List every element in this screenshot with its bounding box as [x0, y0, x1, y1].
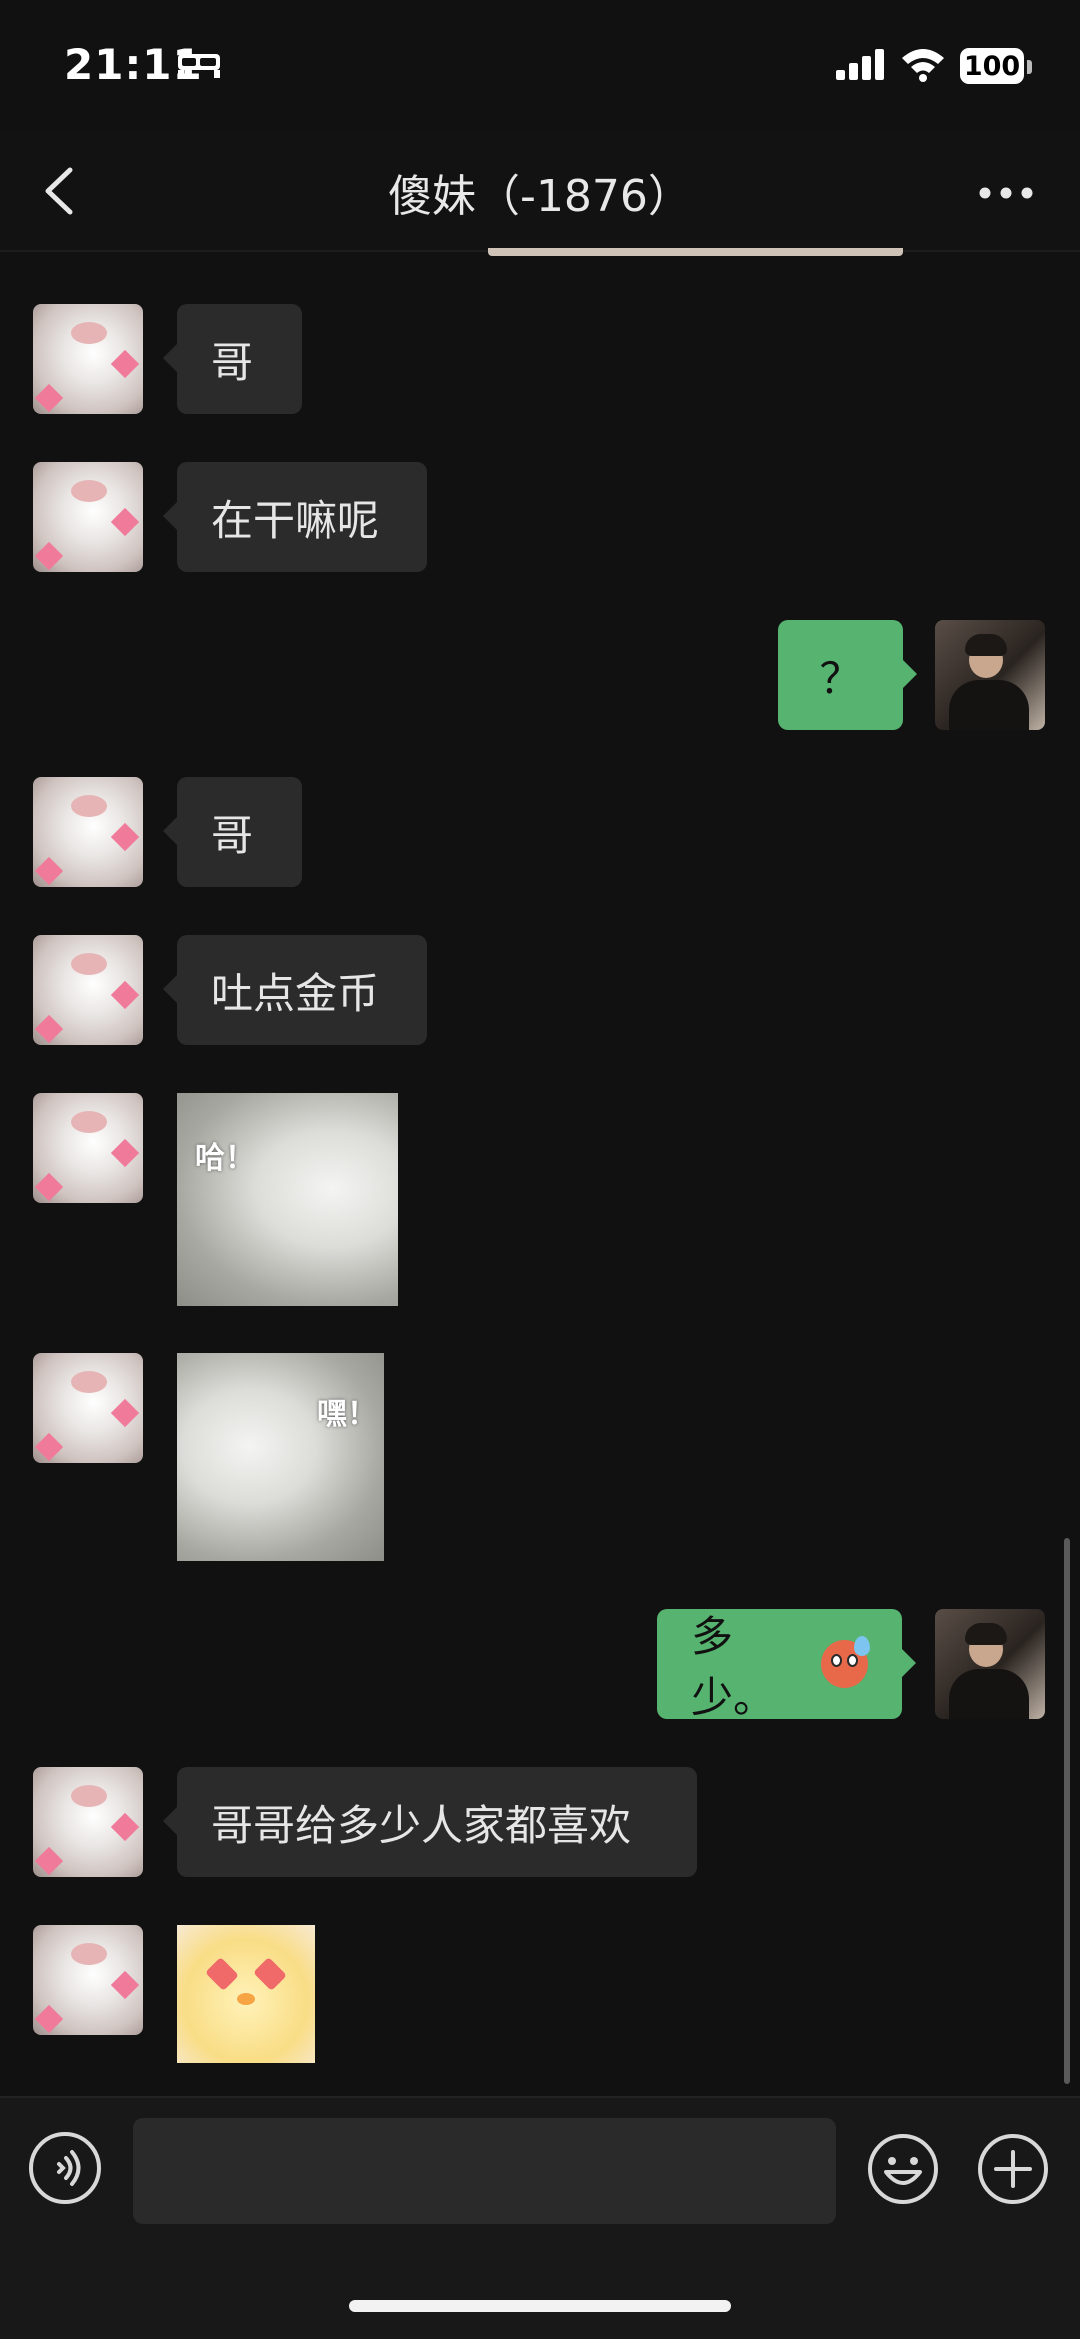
message-text: 在干嘛呢 — [211, 495, 380, 545]
sticker-caption: 嘿！ — [317, 1397, 377, 1432]
contact-avatar[interactable] — [33, 1093, 143, 1203]
contact-avatar[interactable] — [33, 1767, 143, 1877]
contact-avatar[interactable] — [33, 462, 143, 572]
message-bubble-incoming[interactable]: 在干嘛呢 — [163, 462, 427, 572]
message-text: 哥 — [211, 337, 254, 387]
home-indicator[interactable] — [349, 2300, 731, 2312]
contact-avatar[interactable] — [33, 1353, 143, 1463]
message-text: 吐点金币 — [211, 968, 380, 1018]
message-text: 哥哥给多少人家都喜欢 — [211, 1800, 632, 1850]
message-bubble-incoming[interactable]: 哥 — [163, 777, 302, 887]
voice-input-button[interactable] — [29, 2132, 101, 2204]
voice-wave-icon — [57, 2150, 81, 2186]
message-bubble-incoming[interactable]: 吐点金币 — [163, 935, 427, 1045]
message-text: 哥 — [211, 810, 254, 860]
more-options-icon[interactable] — [978, 186, 1034, 200]
contact-avatar[interactable] — [33, 1925, 143, 2035]
message-bubble-incoming[interactable]: 哥哥给多少人家都喜欢 — [163, 1767, 697, 1877]
anxious-sweat-emoji-icon — [821, 1636, 870, 1688]
battery-tip — [1027, 60, 1032, 74]
cat-sticker-image[interactable]: 嘿！ — [177, 1353, 384, 1561]
chat-header: 傻妹（-1876） — [0, 130, 1080, 252]
contact-avatar[interactable] — [33, 304, 143, 414]
signal-icon — [836, 49, 884, 80]
sticker-caption: 哈！ — [195, 1141, 255, 1176]
contact-avatar[interactable] — [33, 935, 143, 1045]
cat-sticker-image[interactable]: 哈！ — [177, 1093, 398, 1306]
my-avatar[interactable] — [935, 620, 1045, 730]
wifi-icon — [902, 49, 944, 82]
battery-indicator: 100 — [960, 48, 1024, 84]
pinned-media-strip — [488, 248, 903, 256]
contact-avatar[interactable] — [33, 777, 143, 887]
plus-more-icon[interactable] — [976, 2132, 1050, 2206]
chat-title: 傻妹（-1876） — [388, 171, 692, 222]
message-text: ？ — [819, 653, 862, 703]
message-bubble-incoming[interactable]: 哥 — [163, 304, 302, 414]
my-avatar[interactable] — [935, 1609, 1045, 1719]
chick-sticker-image[interactable] — [177, 1925, 315, 2063]
message-bubble-outgoing[interactable]: ？ — [778, 620, 917, 730]
emoji-button-icon[interactable] — [866, 2132, 940, 2206]
message-input[interactable] — [133, 2118, 836, 2224]
message-text: 多少。 — [691, 1612, 776, 1722]
status-bar: 21:11 100 — [0, 0, 1080, 130]
message-bubble-outgoing[interactable]: 多少。 — [657, 1609, 916, 1722]
sleep-focus-icon — [178, 54, 220, 78]
chat-scrollbar[interactable] — [1064, 1538, 1070, 2084]
